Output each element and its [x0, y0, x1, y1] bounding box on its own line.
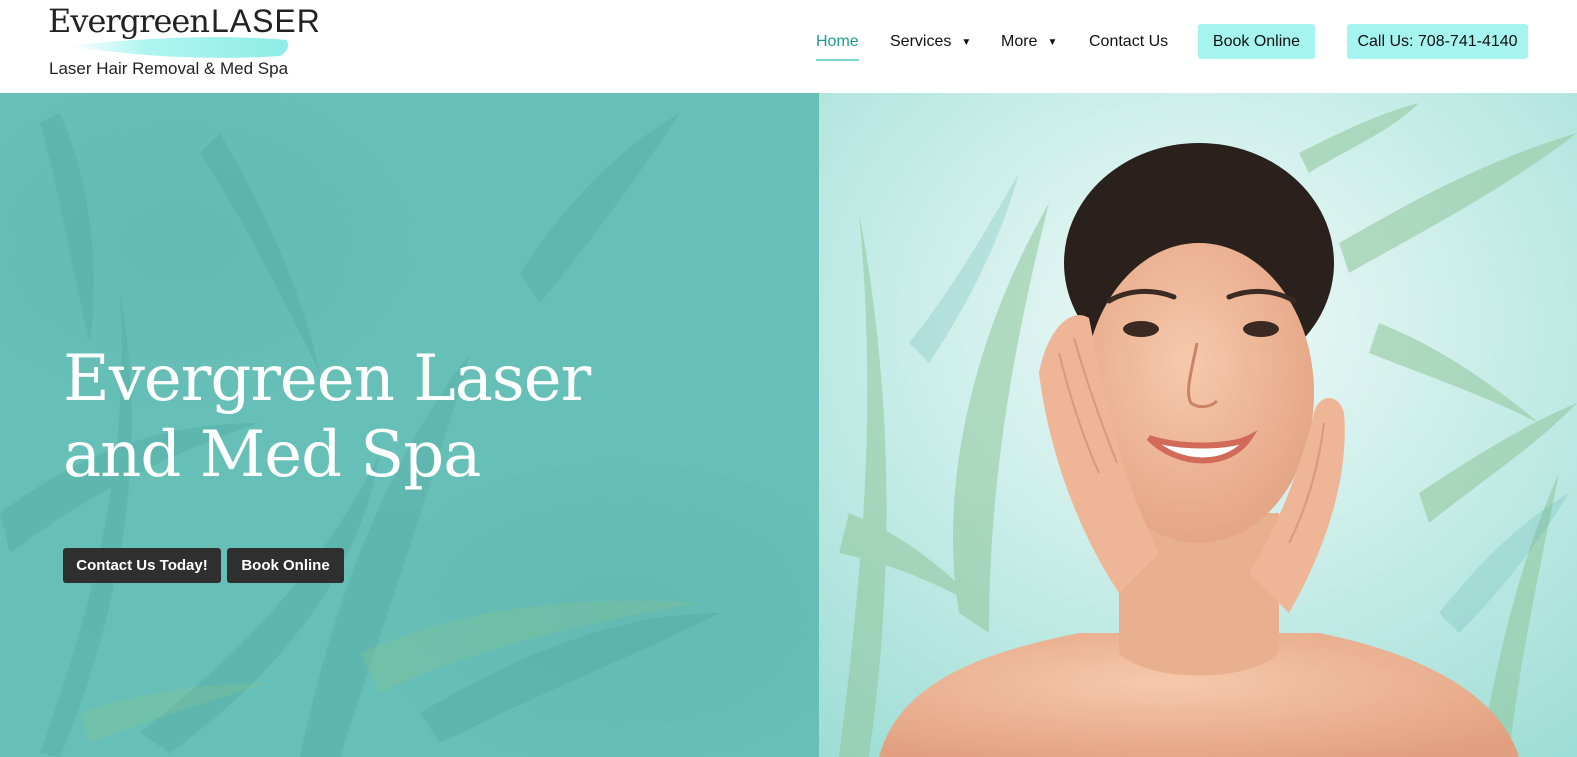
hero-photo-panel: [819, 93, 1577, 757]
hero-title-line-2: and Med Spa: [63, 418, 481, 492]
caret-down-icon: ▼: [961, 37, 972, 48]
hero-text-panel: Evergreen Laser and Med Spa Contact Us T…: [0, 93, 819, 757]
nav-item-more[interactable]: More ▼: [1001, 24, 1057, 60]
nav-item-services[interactable]: Services ▼: [890, 24, 971, 60]
site-header: EvergreenLASER Laser Hair Removal & Med …: [0, 0, 1577, 94]
nav-item-more-label: More: [1001, 33, 1038, 50]
hero-title: Evergreen Laser and Med Spa: [63, 341, 623, 493]
nav-item-services-label: Services: [890, 33, 952, 50]
hero-photo-woman: [819, 93, 1577, 757]
header-book-online-button[interactable]: Book Online: [1198, 24, 1315, 59]
main-nav: Home Services ▼ More ▼ Contact Us Book Onl…: [0, 24, 1577, 61]
nav-active-underline: [816, 59, 859, 61]
header-call-us-button[interactable]: Call Us: 708-741-4140: [1347, 24, 1528, 59]
hero-title-line-1: Evergreen Laser: [63, 342, 591, 416]
nav-item-contact-us[interactable]: Contact Us: [1089, 24, 1168, 60]
logo-tagline: Laser Hair Removal & Med Spa: [49, 59, 289, 78]
hero-book-online-button[interactable]: Book Online: [227, 548, 344, 583]
caret-down-icon: ▼: [1047, 37, 1058, 48]
contact-us-today-button[interactable]: Contact Us Today!: [63, 548, 221, 583]
nav-item-home[interactable]: Home: [816, 24, 859, 60]
